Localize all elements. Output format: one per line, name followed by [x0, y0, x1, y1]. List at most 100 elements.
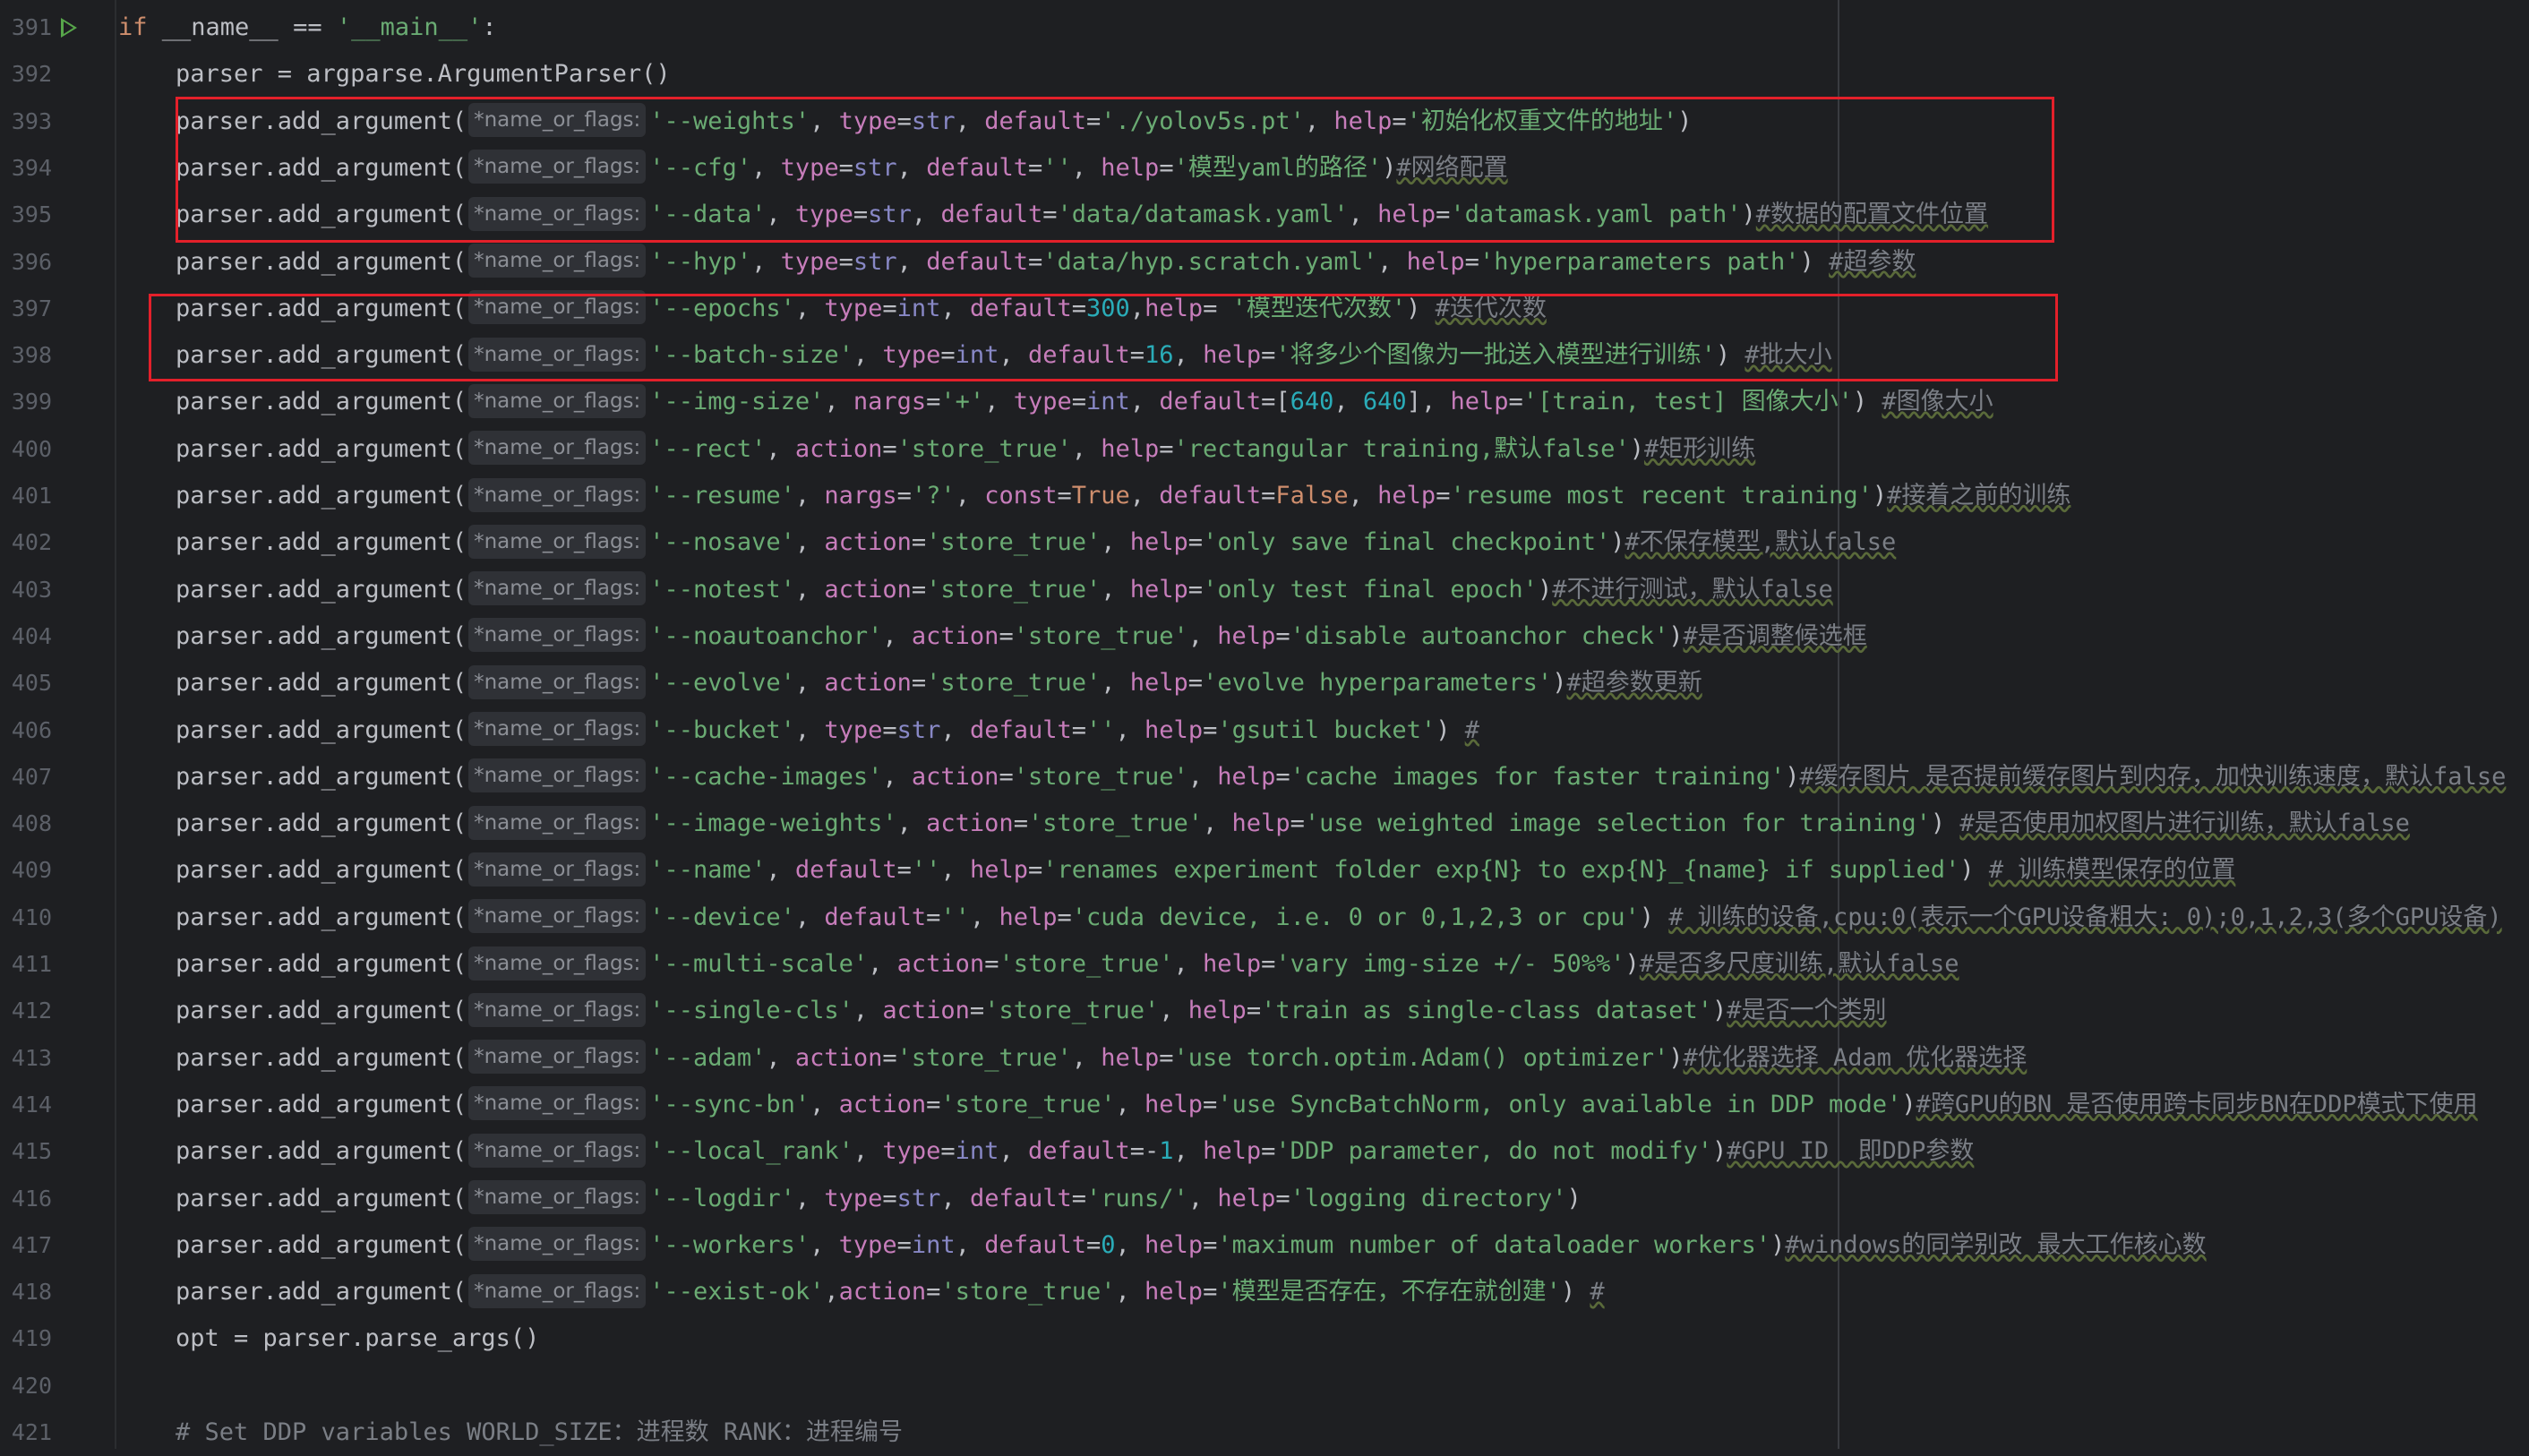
- argument-flag: '--image-weights': [649, 809, 897, 838]
- inline-comment: #超参数更新: [1566, 669, 1702, 698]
- code-line-421[interactable]: 421 # Set DDP variables WORLD_SIZE：进程数 RA…: [0, 1409, 2529, 1456]
- argument-options: , action='store_true', help='only save f…: [794, 528, 1625, 557]
- inline-comment: #是否一个类别: [1727, 997, 1887, 1025]
- parameter-hint: *name_or_flags:: [468, 618, 647, 653]
- argument-options: , action='store_true', help='vary img-si…: [868, 950, 1640, 978]
- add-argument-call: parser.add_argument(*name_or_flags: '--re…: [176, 426, 1755, 473]
- add-argument-call: parser.add_argument(*name_or_flags: '--lo…: [176, 1176, 1582, 1222]
- code-line-404[interactable]: 404 parser.add_argument(*name_or_flags: '-…: [0, 613, 2529, 660]
- parameter-hint: *name_or_flags:: [468, 712, 647, 746]
- add-argument-call: parser.add_argument(*name_or_flags: '--ad…: [176, 1035, 2027, 1082]
- call-prefix: parser.add_argument(: [176, 762, 467, 791]
- code-line-396[interactable]: 396 parser.add_argument(*name_or_flags: '-…: [0, 239, 2529, 286]
- code-line-410[interactable]: 410 parser.add_argument(*name_or_flags: '-…: [0, 895, 2529, 941]
- line-number: 406: [11, 716, 52, 743]
- code-line-417[interactable]: 417 parser.add_argument(*name_or_flags: '-…: [0, 1222, 2529, 1269]
- inline-comment: #缓存图片 是否提前缓存图片到内存，加快训练速度，默认false: [1799, 762, 2507, 791]
- line-number: 409: [11, 857, 52, 884]
- line-number: 401: [11, 483, 52, 509]
- code-line-391[interactable]: 391 if __name__ == '__main__':: [0, 4, 2529, 51]
- inline-comment: #windows的同学别改 最大工作核心数: [1785, 1230, 2207, 1259]
- code-line-405[interactable]: 405 parser.add_argument(*name_or_flags: '-…: [0, 660, 2529, 707]
- code-line-402[interactable]: 402 parser.add_argument(*name_or_flags: '-…: [0, 519, 2529, 566]
- line-number: 421: [11, 1419, 52, 1445]
- line-number: 392: [11, 61, 52, 88]
- inline-comment: # 训练模型保存的位置: [1988, 856, 2236, 885]
- code-line-418[interactable]: 418 parser.add_argument(*name_or_flags: '-…: [0, 1269, 2529, 1315]
- code-line-399[interactable]: 399 parser.add_argument(*name_or_flags: '-…: [0, 379, 2529, 425]
- argument-options: , action='store_true', help='rectangular…: [766, 434, 1644, 463]
- add-argument-call: parser.add_argument(*name_or_flags: '--no…: [176, 519, 1896, 566]
- line-number: 396: [11, 248, 52, 275]
- line-number: 408: [11, 810, 52, 837]
- code-line-403[interactable]: 403 parser.add_argument(*name_or_flags: '-…: [0, 567, 2529, 613]
- code-line-419[interactable]: 419 opt = parser.parse_args(): [0, 1315, 2529, 1362]
- code-line-409[interactable]: 409 parser.add_argument(*name_or_flags: '-…: [0, 847, 2529, 894]
- line-number: 402: [11, 529, 52, 556]
- inline-comment: #是否多尺度训练,默认false: [1639, 950, 1959, 978]
- code-line-416[interactable]: 416 parser.add_argument(*name_or_flags: '-…: [0, 1176, 2529, 1222]
- parameter-hint: *name_or_flags:: [468, 805, 647, 840]
- parameter-hint: *name_or_flags:: [468, 244, 647, 278]
- argument-options: , default='', help='renames experiment f…: [766, 856, 1989, 885]
- call-prefix: parser.add_argument(: [176, 434, 467, 463]
- code-line-414[interactable]: 414 parser.add_argument(*name_or_flags: '-…: [0, 1082, 2529, 1128]
- code-line-420[interactable]: 420: [0, 1363, 2529, 1409]
- argument-options: , nargs='+', type=int, default=[640, 640…: [824, 388, 1882, 416]
- line-number: 397: [11, 295, 52, 321]
- call-prefix: parser.add_argument(: [176, 809, 467, 838]
- code-line-413[interactable]: 413 parser.add_argument(*name_or_flags: '-…: [0, 1035, 2529, 1082]
- argument-flag: '--evolve': [649, 669, 795, 698]
- argument-flag: '--name': [649, 856, 767, 885]
- code-line-411[interactable]: 411 parser.add_argument(*name_or_flags: '-…: [0, 941, 2529, 988]
- argument-flag: '--notest': [649, 575, 795, 604]
- line-number: 404: [11, 622, 52, 649]
- code-text: parser = argparse.ArgumentParser(): [176, 60, 671, 89]
- parameter-hint: *name_or_flags:: [468, 852, 647, 886]
- code-text: # Set DDP variables WORLD_SIZE：进程数 RANK：…: [176, 1418, 903, 1446]
- argument-flag: '--resume': [649, 482, 795, 510]
- line-number: 393: [11, 107, 52, 134]
- argument-options: , action='store_true', help='use torch.o…: [766, 1043, 1684, 1072]
- code-line-400[interactable]: 400 parser.add_argument(*name_or_flags: '-…: [0, 426, 2529, 473]
- add-argument-call: parser.add_argument(*name_or_flags: '--no…: [176, 567, 1833, 613]
- add-argument-call: parser.add_argument(*name_or_flags: '--ca…: [176, 754, 2506, 801]
- code-text: opt = parser.parse_args(): [176, 1324, 540, 1353]
- add-argument-call: parser.add_argument(*name_or_flags: '--re…: [176, 473, 2070, 519]
- inline-comment: #矩形训练: [1643, 434, 1756, 463]
- run-icon[interactable]: [61, 18, 77, 38]
- call-prefix: parser.add_argument(: [176, 621, 467, 650]
- add-argument-call: parser.add_argument(*name_or_flags: '--mu…: [176, 941, 1959, 988]
- line-number: 400: [11, 435, 52, 462]
- code-line-412[interactable]: 412 parser.add_argument(*name_or_flags: '-…: [0, 988, 2529, 1034]
- parameter-hint: *name_or_flags:: [468, 477, 647, 512]
- call-prefix: parser.add_argument(: [176, 997, 467, 1025]
- argument-flag: '--device': [649, 903, 795, 931]
- code-editor[interactable]: 391 if __name__ == '__main__': 392 parser =…: [0, 0, 2529, 1449]
- code-line-392[interactable]: 392 parser = argparse.ArgumentParser(): [0, 51, 2529, 98]
- call-prefix: parser.add_argument(: [176, 950, 467, 978]
- argument-flag: '--adam': [649, 1043, 767, 1072]
- add-argument-call: parser.add_argument(*name_or_flags: '--wo…: [176, 1222, 2207, 1269]
- argument-flag: '--hyp': [649, 247, 752, 276]
- code-line-401[interactable]: 401 parser.add_argument(*name_or_flags: '-…: [0, 473, 2529, 519]
- add-argument-call: parser.add_argument(*name_or_flags: '--ex…: [176, 1269, 1605, 1315]
- argument-flag: '--sync-bn': [649, 1090, 810, 1118]
- argument-options: , action='store_true', help='train as si…: [853, 997, 1727, 1025]
- line-number: 417: [11, 1231, 52, 1258]
- argument-options: , nargs='?', const=True, default=False, …: [794, 482, 1888, 510]
- line-number: 391: [11, 14, 52, 40]
- inline-comment: #是否使用加权图片进行训练，默认false: [1959, 809, 2410, 838]
- call-prefix: parser.add_argument(: [176, 1137, 467, 1166]
- call-prefix: parser.add_argument(: [176, 575, 467, 604]
- code-line-415[interactable]: 415 parser.add_argument(*name_or_flags: '-…: [0, 1128, 2529, 1175]
- add-argument-call: parser.add_argument(*name_or_flags: '--na…: [176, 847, 2235, 894]
- line-number: 395: [11, 201, 52, 228]
- code-line-407[interactable]: 407 parser.add_argument(*name_or_flags: '-…: [0, 754, 2529, 801]
- argument-options: , type=int, default=0, help='maximum num…: [810, 1230, 1786, 1259]
- add-argument-call: parser.add_argument(*name_or_flags: '--im…: [176, 801, 2410, 847]
- call-prefix: parser.add_argument(: [176, 528, 467, 557]
- code-line-406[interactable]: 406 parser.add_argument(*name_or_flags: '-…: [0, 707, 2529, 754]
- code-line-408[interactable]: 408 parser.add_argument(*name_or_flags: '-…: [0, 801, 2529, 847]
- line-number: 411: [11, 951, 52, 977]
